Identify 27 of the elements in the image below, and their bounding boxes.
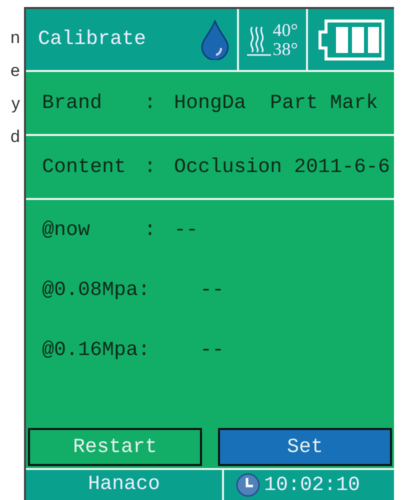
field-value: -- bbox=[200, 278, 224, 302]
field-value: -- bbox=[200, 338, 224, 362]
field-value: HongDa Part Mark bbox=[174, 92, 378, 114]
field-label: Content bbox=[42, 156, 128, 178]
soft-key-button[interactable]: Set bbox=[218, 428, 392, 466]
field-value: Occlusion 2011-6-6 bbox=[174, 156, 390, 178]
field-value: -- bbox=[174, 218, 198, 242]
cut-off-text: n bbox=[10, 27, 20, 49]
soft-key-button[interactable]: Restart bbox=[28, 428, 202, 466]
cut-off-text: y bbox=[12, 93, 20, 115]
cut-off-text: e bbox=[10, 60, 20, 82]
cut-off-text: d bbox=[10, 126, 20, 148]
separator-colon: : bbox=[144, 156, 158, 178]
field-label: @0.16Mpa: bbox=[42, 338, 152, 362]
field-label: @0.08Mpa: bbox=[42, 278, 152, 302]
low-temperature: 38° bbox=[272, 40, 298, 58]
battery-icon bbox=[316, 18, 386, 62]
field-label: Brand bbox=[42, 92, 104, 114]
water-drop-icon bbox=[200, 20, 229, 60]
brand-name: Hanaco bbox=[26, 470, 224, 500]
separator-colon: : bbox=[144, 218, 158, 242]
high-temperature: 40° bbox=[272, 20, 298, 40]
clock-icon bbox=[236, 473, 260, 497]
screen-title: Calibrate bbox=[37, 27, 148, 53]
clock-time: 10:02:10 bbox=[264, 474, 360, 496]
field-label: @now bbox=[42, 218, 92, 242]
separator-colon: : bbox=[144, 92, 158, 114]
